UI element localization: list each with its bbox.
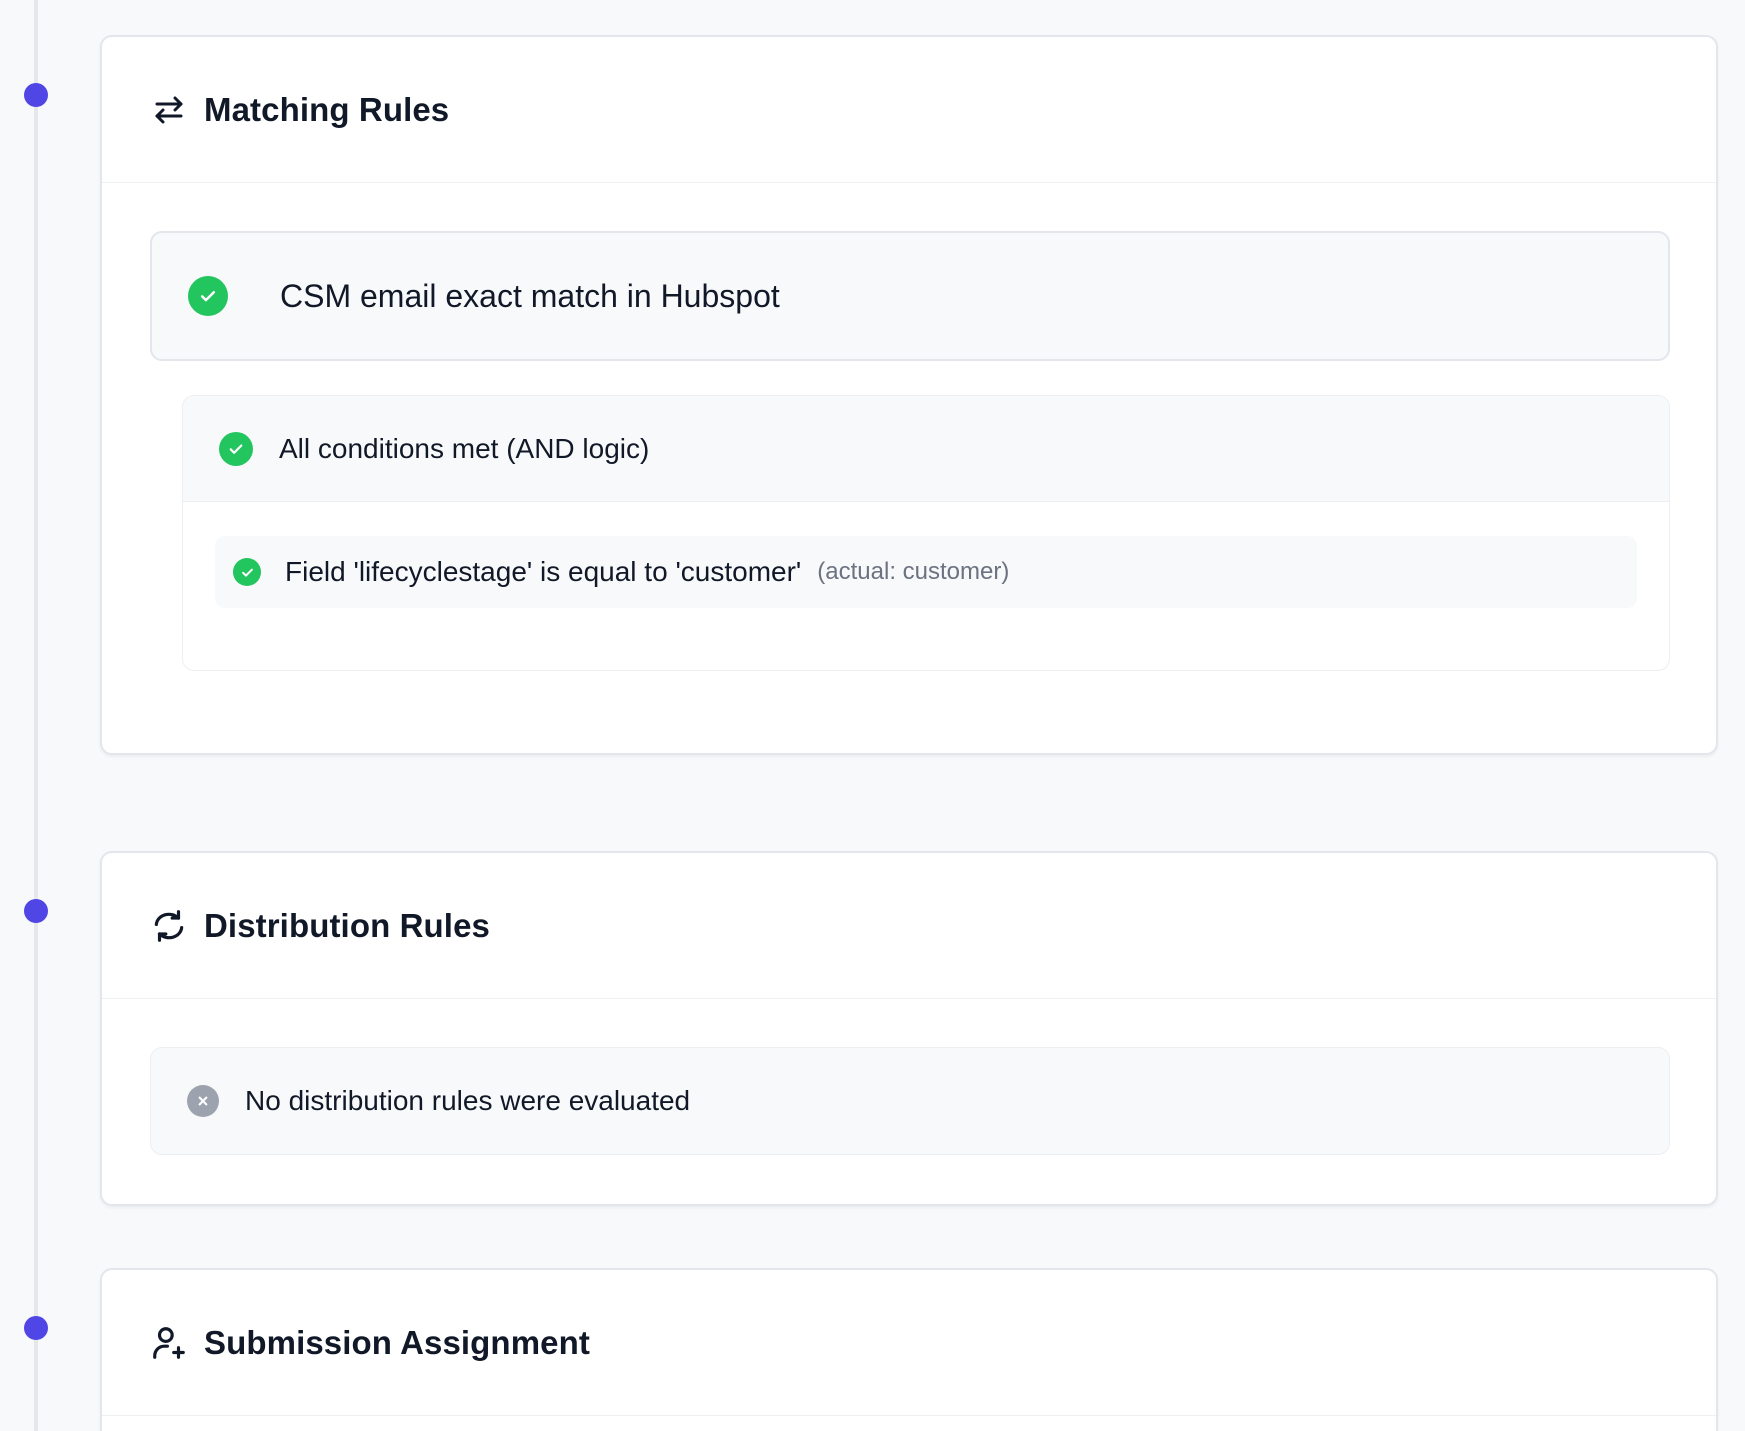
condition-row: Field 'lifecyclestage' is equal to 'cust…: [215, 536, 1637, 608]
empty-state: No distribution rules were evaluated: [150, 1047, 1670, 1155]
empty-state-message: No distribution rules were evaluated: [245, 1085, 691, 1116]
rule-label: CSM email exact match in Hubspot: [280, 277, 780, 314]
timeline-dot-distribution: [24, 899, 48, 923]
routing-timeline: Matching Rules CSM email exact match in …: [0, 0, 1745, 1431]
submission-assignment-header: Submission Assignment: [102, 1270, 1716, 1416]
condition-group-header: All conditions met (AND logic): [183, 396, 1669, 502]
matching-rules-card: Matching Rules CSM email exact match in …: [100, 35, 1718, 755]
distribution-rules-card: Distribution Rules No distribution rules…: [100, 851, 1718, 1206]
matching-rules-title: Matching Rules: [204, 90, 450, 128]
matching-rules-header: Matching Rules: [102, 37, 1716, 183]
refresh-icon: [150, 907, 188, 945]
condition-actual-value: (actual: customer): [817, 558, 1010, 585]
rule-item[interactable]: CSM email exact match in Hubspot: [150, 231, 1670, 361]
submission-assignment-title: Submission Assignment: [204, 1323, 590, 1361]
user-plus-icon: [150, 1324, 188, 1362]
check-circle-icon: [219, 431, 253, 466]
timeline-dot-assignment: [24, 1316, 48, 1340]
x-circle-icon: [187, 1085, 219, 1117]
condition-group-label: All conditions met (AND logic): [279, 432, 650, 464]
condition-label: Field 'lifecyclestage' is equal to 'cust…: [285, 556, 802, 587]
arrows-left-right-icon: [150, 91, 188, 129]
condition-group: All conditions met (AND logic) Field 'li…: [182, 395, 1670, 671]
check-circle-icon: [233, 558, 261, 586]
check-circle-icon: [188, 276, 228, 316]
timeline-dot-matching: [24, 83, 48, 107]
submission-assignment-card: Submission Assignment: [100, 1268, 1718, 1431]
distribution-rules-header: Distribution Rules: [102, 853, 1716, 999]
timeline-line: [34, 0, 38, 1431]
distribution-rules-title: Distribution Rules: [204, 906, 490, 944]
